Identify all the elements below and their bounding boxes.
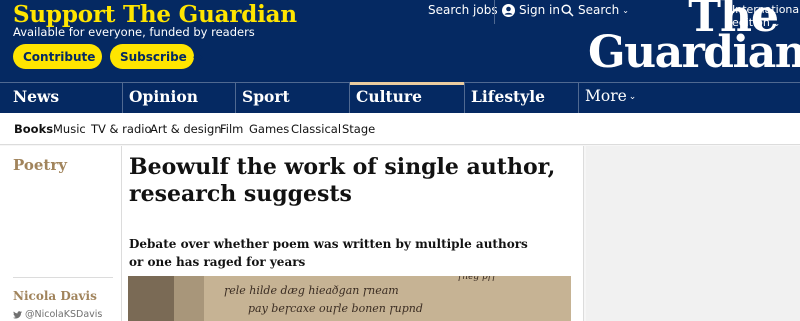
- sign-in-label: Sign in: [519, 3, 560, 17]
- right-rail: [586, 146, 800, 321]
- twitter-handle: @NicolaKSDavis: [25, 309, 103, 320]
- divider: [494, 0, 495, 24]
- more-label: More: [585, 87, 627, 105]
- subscribe-label: Subscribe: [120, 49, 187, 64]
- chevron-down-icon: ⌄: [773, 19, 781, 28]
- article-meta-column: Poetry Nicola Davis @NicolaKSDavis: [0, 146, 121, 321]
- article-headline: Beowulf the work of single author, resea…: [129, 154, 556, 207]
- subnav-classical[interactable]: Classical: [291, 122, 341, 136]
- pillar-more[interactable]: More ⌄: [578, 83, 658, 113]
- pillar-culture[interactable]: Culture: [349, 82, 464, 113]
- article-area: Poetry Nicola Davis @NicolaKSDavis Beowu…: [0, 146, 800, 321]
- pillar-nav: News Opinion Sport Culture Lifestyle Mor…: [0, 82, 800, 113]
- sub-nav: Books Music TV & radio Art & design Film…: [0, 113, 800, 145]
- manuscript-spine: [128, 276, 174, 321]
- search-jobs-link[interactable]: Search jobs: [428, 3, 498, 17]
- pillar-lifestyle[interactable]: Lifestyle: [464, 83, 578, 113]
- divider: [13, 277, 113, 278]
- edition-line-2: edition: [732, 16, 770, 29]
- search-icon: [561, 3, 574, 17]
- pillar-news[interactable]: News: [7, 83, 122, 113]
- manuscript-script: pay beꞅcaxe ouꞅle bonen ꞅupnd: [248, 302, 423, 315]
- section-kicker[interactable]: Poetry: [13, 156, 67, 174]
- author-byline[interactable]: Nicola Davis: [13, 289, 97, 303]
- contribute-label: Contribute: [23, 49, 96, 64]
- manuscript-script: ꞅele hilde dæg hieaðgan ꞅneam: [224, 284, 399, 297]
- logo-line-2: Guardian: [588, 27, 800, 78]
- subnav-tv-radio[interactable]: TV & radio: [91, 122, 151, 136]
- pillar-sport[interactable]: Sport: [235, 83, 349, 113]
- subnav-art-design[interactable]: Art & design: [150, 122, 222, 136]
- pillar-opinion[interactable]: Opinion: [122, 83, 235, 113]
- user-icon: [502, 3, 515, 17]
- arrow-right-icon: →: [192, 49, 203, 64]
- support-title: Support The Guardian: [13, 1, 297, 28]
- beowulf-manuscript-image[interactable]: ꞅele hilde dæg hieaðgan ꞅneam pay beꞅcax…: [128, 276, 571, 321]
- article-standfirst: Debate over whether poem was written by …: [129, 237, 528, 269]
- subnav-film[interactable]: Film: [220, 122, 243, 136]
- manuscript-script: ꞅneg pꞅꞅ: [458, 276, 497, 282]
- edition-picker[interactable]: International edition ⌄: [732, 3, 800, 30]
- subscribe-button[interactable]: Subscribe →: [110, 44, 203, 69]
- twitter-icon: [13, 310, 22, 319]
- article-main: Beowulf the work of single author, resea…: [121, 146, 584, 321]
- chevron-down-icon: ⌄: [628, 92, 637, 102]
- contribute-button[interactable]: Contribute →: [13, 44, 111, 69]
- subnav-games[interactable]: Games: [249, 122, 289, 136]
- subnav-books[interactable]: Books: [14, 122, 53, 136]
- manuscript-edge: [174, 276, 204, 321]
- sign-in-link[interactable]: Sign in: [502, 3, 560, 17]
- subnav-stage[interactable]: Stage: [342, 122, 375, 136]
- masthead: Support The Guardian Available for every…: [0, 0, 800, 82]
- subnav-music[interactable]: Music: [53, 122, 86, 136]
- support-subtitle: Available for everyone, funded by reader…: [13, 25, 255, 39]
- author-twitter[interactable]: @NicolaKSDavis: [13, 309, 102, 320]
- edition-line-1: International: [732, 3, 800, 16]
